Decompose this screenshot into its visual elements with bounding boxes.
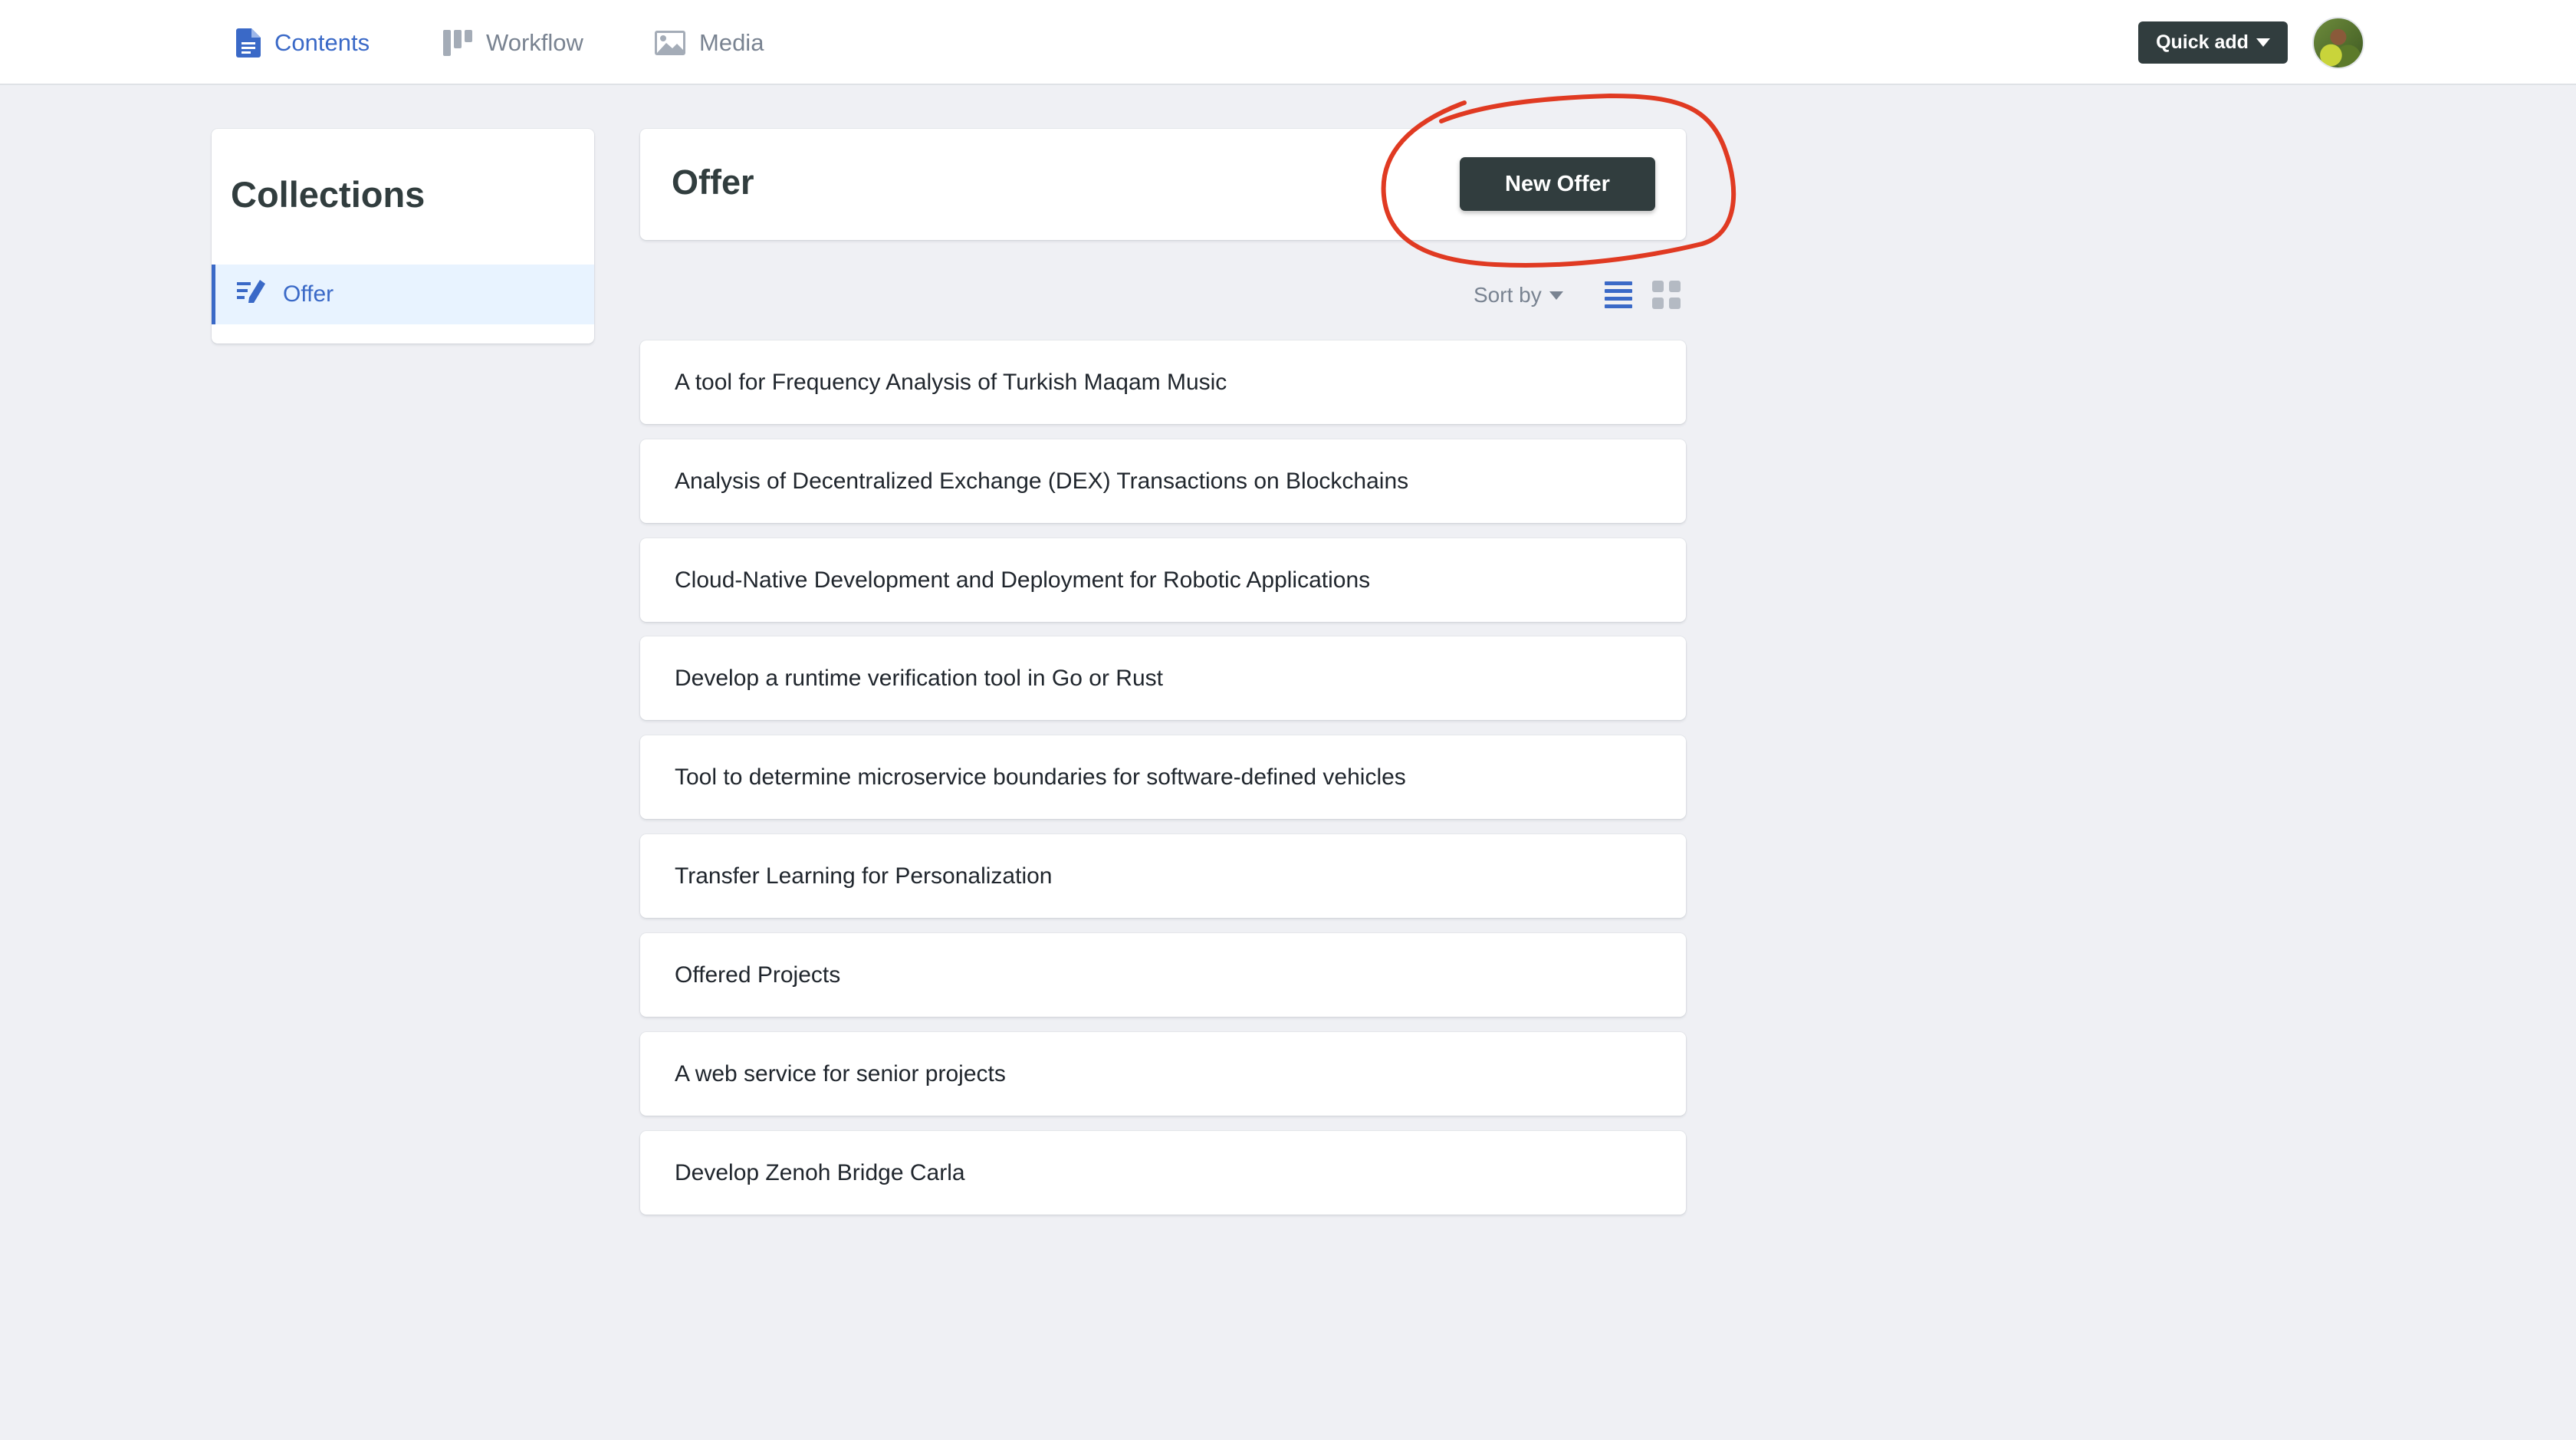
- list-item[interactable]: Cloud-Native Development and Deployment …: [640, 538, 1686, 622]
- entry-title: A web service for senior projects: [675, 1060, 1006, 1087]
- nav-media-label: Media: [699, 28, 764, 56]
- list-item[interactable]: Offered Projects: [640, 933, 1686, 1017]
- entry-title: Tool to determine microservice boundarie…: [675, 764, 1406, 790]
- quick-add-button[interactable]: Quick add: [2138, 21, 2288, 64]
- list-item[interactable]: Analysis of Decentralized Exchange (DEX)…: [640, 439, 1686, 523]
- image-icon: [655, 30, 685, 55]
- list-item[interactable]: A tool for Frequency Analysis of Turkish…: [640, 340, 1686, 424]
- chevron-down-icon: [2256, 38, 2270, 47]
- write-icon: [237, 279, 266, 310]
- list-view-icon[interactable]: [1605, 281, 1632, 312]
- list-item[interactable]: Develop a runtime verification tool in G…: [640, 636, 1686, 720]
- grid-view-icon[interactable]: [1652, 281, 1681, 314]
- list-item[interactable]: Develop Zenoh Bridge Carla: [640, 1131, 1686, 1215]
- collection-header: Offer New Offer: [640, 129, 1686, 240]
- nav-workflow-label: Workflow: [486, 28, 583, 56]
- list-item[interactable]: Tool to determine microservice boundarie…: [640, 735, 1686, 819]
- sort-by-dropdown[interactable]: Sort by: [1474, 281, 1563, 309]
- sidebar-item-offer[interactable]: Offer: [212, 265, 594, 324]
- entry-title: Develop a runtime verification tool in G…: [675, 665, 1163, 691]
- nav-contents-label: Contents: [274, 28, 370, 56]
- entry-title: A tool for Frequency Analysis of Turkish…: [675, 369, 1227, 395]
- document-icon: [236, 28, 261, 58]
- chevron-down-icon: [1549, 291, 1563, 300]
- sort-by-label: Sort by: [1474, 283, 1542, 307]
- entry-title: Offered Projects: [675, 962, 841, 988]
- nav-contents[interactable]: Contents: [236, 0, 370, 85]
- nav-media[interactable]: Media: [655, 0, 764, 85]
- list-item[interactable]: Transfer Learning for Personalization: [640, 834, 1686, 918]
- page-title: Offer: [672, 163, 754, 202]
- sidebar-title: Collections: [231, 174, 426, 215]
- avatar[interactable]: [2312, 17, 2364, 69]
- entry-title: Analysis of Decentralized Exchange (DEX)…: [675, 468, 1409, 494]
- nav-workflow[interactable]: Workflow: [443, 0, 583, 85]
- workflow-icon: [443, 29, 472, 56]
- new-offer-button[interactable]: New Offer: [1460, 157, 1655, 211]
- collections-sidebar: Collections Offer: [212, 129, 594, 344]
- top-navbar: Contents Workflow Media Quick add: [0, 0, 2576, 85]
- entry-title: Develop Zenoh Bridge Carla: [675, 1159, 965, 1185]
- quick-add-label: Quick add: [2156, 31, 2249, 53]
- list-item[interactable]: A web service for senior projects: [640, 1032, 1686, 1116]
- entry-title: Cloud-Native Development and Deployment …: [675, 567, 1371, 593]
- entry-title: Transfer Learning for Personalization: [675, 863, 1053, 889]
- sidebar-item-label: Offer: [283, 281, 334, 307]
